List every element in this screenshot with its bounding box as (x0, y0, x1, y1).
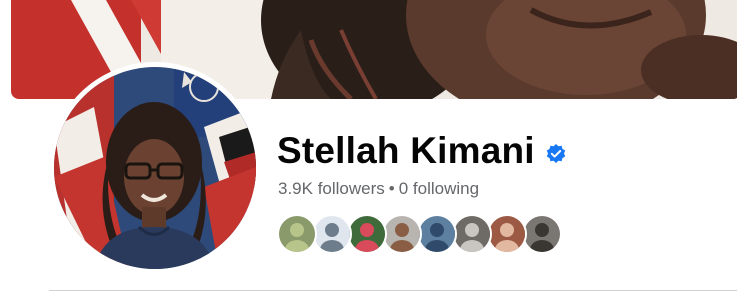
follower-avatar-3[interactable] (347, 214, 387, 254)
follower-avatar-6[interactable] (452, 214, 492, 254)
follower-photo (279, 216, 315, 252)
profile-name-row: Stellah Kimani (277, 129, 567, 173)
profile-name: Stellah Kimani (277, 130, 535, 171)
follower-avatar-8[interactable] (522, 214, 562, 254)
follower-avatars (277, 214, 562, 254)
follower-photo (384, 216, 420, 252)
verified-badge-icon[interactable] (545, 143, 567, 165)
follower-avatar-5[interactable] (417, 214, 457, 254)
follower-photo (524, 216, 560, 252)
follower-photo (314, 216, 350, 252)
follower-avatar-1[interactable] (277, 214, 317, 254)
profile-photo-image (54, 67, 256, 269)
stats-separator: • (388, 179, 395, 198)
follower-photo (419, 216, 455, 252)
follower-photo (349, 216, 385, 252)
follower-photo (489, 216, 525, 252)
profile-avatar-ring (49, 62, 261, 274)
section-divider (49, 290, 737, 291)
followers-link[interactable]: 3.9K followers (278, 179, 385, 198)
follower-avatar-4[interactable] (382, 214, 422, 254)
follower-avatar-2[interactable] (312, 214, 352, 254)
follower-photo (454, 216, 490, 252)
profile-avatar[interactable] (54, 67, 256, 269)
profile-stats: 3.9K followers • 0 following (278, 178, 479, 200)
following-link[interactable]: 0 following (399, 179, 479, 198)
follower-avatar-7[interactable] (487, 214, 527, 254)
